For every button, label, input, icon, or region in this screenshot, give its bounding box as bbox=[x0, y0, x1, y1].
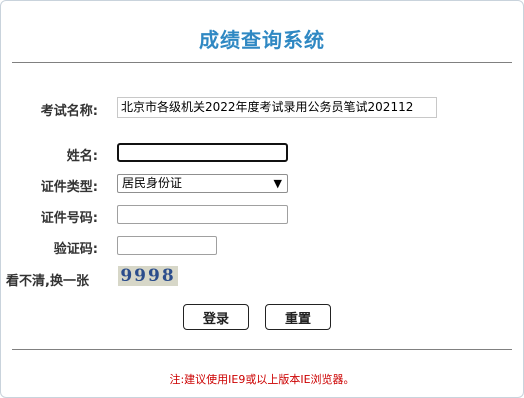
captcha-text: 9998 bbox=[120, 266, 176, 286]
header-divider bbox=[12, 62, 512, 63]
footer-divider bbox=[12, 349, 512, 350]
refresh-captcha-link[interactable]: 看不清,换一张 bbox=[6, 270, 106, 289]
login-button[interactable]: 登录 bbox=[183, 304, 249, 330]
chevron-down-icon: ▼ bbox=[273, 177, 282, 190]
id-number-label: 证件号码: bbox=[40, 211, 98, 226]
name-label: 姓名: bbox=[66, 149, 98, 164]
id-number-input[interactable] bbox=[117, 205, 288, 224]
page-frame bbox=[0, 0, 524, 398]
id-type-selected-value: 居民身份证 bbox=[122, 176, 183, 190]
captcha-input[interactable] bbox=[117, 236, 217, 255]
exam-name-value: 北京市各级机关2022年度考试录用公务员笔试202112 bbox=[117, 97, 437, 118]
exam-name-label: 考试名称: bbox=[40, 104, 98, 119]
reset-button[interactable]: 重置 bbox=[265, 304, 331, 330]
page-title: 成绩查询系统 bbox=[199, 28, 325, 52]
captcha-label: 验证码: bbox=[53, 242, 98, 257]
id-type-select[interactable]: 居民身份证 ▼ bbox=[117, 174, 288, 193]
captcha-image[interactable]: 9998 bbox=[118, 266, 178, 286]
browser-notice: 注:建议使用IE9或以上版本IE浏览器。 bbox=[169, 373, 355, 386]
name-input[interactable] bbox=[117, 143, 288, 162]
id-type-label: 证件类型: bbox=[40, 180, 98, 195]
